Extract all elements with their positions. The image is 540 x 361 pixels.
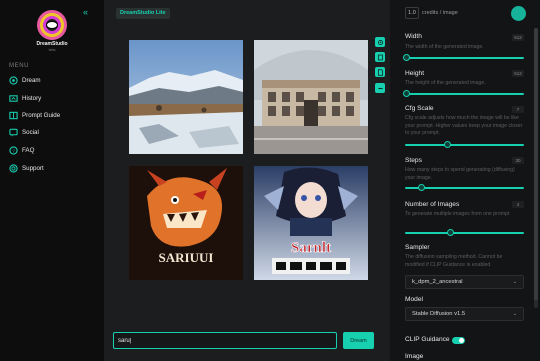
generated-image-2[interactable] (254, 40, 368, 154)
model-selected-value: Stable Diffusion v1.5 (412, 311, 466, 317)
height-slider-thumb[interactable] (403, 90, 410, 97)
height-desc: The height of the generated image. (405, 80, 486, 86)
support-icon (9, 163, 18, 173)
document-icon (377, 68, 383, 76)
model-select[interactable]: Stable Diffusion v1.5 ⌄ (405, 307, 524, 321)
steps-value[interactable]: 30 (512, 157, 524, 164)
sidebar-item-social[interactable]: Social (9, 126, 39, 138)
dream-button[interactable]: Dream (343, 332, 374, 349)
settings-scroll-thumb[interactable] (534, 28, 538, 300)
cfg-title: Cfg Scale (405, 105, 434, 112)
menu-label: MENU (9, 63, 30, 69)
generated-image-4[interactable]: Sarnlt (254, 166, 368, 280)
copy-icon (377, 54, 383, 60)
brand-name: DreamStudio (36, 41, 68, 47)
brand-sub: beta (48, 48, 56, 52)
sidebar-item-label: Social (22, 128, 39, 136)
steps-desc: How many steps to spend generating (diff… (405, 167, 515, 181)
generated-image-1[interactable] (129, 40, 243, 154)
dream-icon (9, 75, 18, 85)
faq-icon: ? (9, 145, 18, 155)
image-title: Image (405, 353, 424, 360)
cfg-desc: Cfg scale adjusts how much the image wil… (405, 115, 523, 136)
sampler-desc: The diffusion sampling method. Cannot be… (405, 254, 503, 268)
app-window: DreamStudio beta « MENU Dream History Pr… (0, 0, 540, 361)
sidebar-item-label: Dream (22, 76, 41, 84)
social-icon (9, 128, 18, 137)
settings-tool-button[interactable] (375, 37, 385, 47)
sidebar-item-history[interactable]: History (9, 92, 41, 104)
width-slider-track[interactable] (405, 57, 524, 59)
sidebar-item-label: Support (22, 164, 44, 172)
sidebar-item-label: FAQ (22, 146, 35, 154)
credits-display: 1.0 credits / image (405, 7, 458, 19)
sidebar: DreamStudio beta « MENU Dream History Pr… (0, 0, 104, 361)
sidebar-item-faq[interactable]: ? FAQ (9, 144, 34, 156)
height-slider-track[interactable] (405, 93, 524, 95)
sampler-title: Sampler (405, 244, 430, 251)
cfg-slider-thumb[interactable] (444, 141, 451, 148)
num-images-value[interactable]: 4 (512, 201, 524, 208)
dragon-character-image: SARIUUI (129, 166, 243, 280)
prompt-guide-icon (9, 111, 18, 119)
width-title: Width (405, 33, 422, 40)
num-images-desc: To generate multiple images from one pro… (405, 211, 510, 217)
building-image (254, 40, 368, 154)
document-tool-button[interactable] (375, 67, 385, 77)
credits-label: credits / image (422, 10, 458, 16)
snowy-mountain-image (129, 40, 243, 154)
clip-guidance-title: CLIP Guidance (405, 336, 450, 343)
num-images-slider-track[interactable] (405, 232, 524, 234)
history-icon (9, 94, 18, 102)
minus-tool-button[interactable] (375, 83, 385, 93)
avatar[interactable] (511, 6, 526, 21)
generated-image-3[interactable]: SARIUUI (129, 166, 243, 280)
chevron-down-icon: ⌄ (512, 311, 517, 317)
collapse-sidebar-icon[interactable]: « (83, 7, 88, 17)
logo-eye-icon (46, 21, 58, 29)
width-value[interactable]: 512 (512, 34, 524, 41)
height-value[interactable]: 512 (512, 70, 524, 77)
width-desc: The width of the generated image. (405, 44, 484, 50)
cfg-value[interactable]: 7 (512, 106, 524, 113)
app-tag: DreamStudio Lite (116, 8, 170, 19)
sidebar-item-label: Prompt Guide (22, 111, 61, 119)
cfg-slider-track[interactable] (405, 144, 524, 146)
credits-value: 1.0 (405, 7, 419, 19)
image-4-caption: Sarnlt (291, 240, 331, 256)
sidebar-item-support[interactable]: Support (9, 162, 44, 174)
image-3-caption: SARIUUI (159, 250, 214, 265)
sidebar-item-label: History (22, 94, 42, 102)
prompt-input[interactable] (113, 332, 337, 349)
chevron-down-icon: ⌄ (512, 279, 517, 285)
clip-guidance-toggle[interactable] (452, 337, 465, 344)
copy-tool-button[interactable] (375, 52, 385, 62)
sidebar-item-dream[interactable]: Dream (9, 74, 41, 86)
num-images-title: Number of Images (405, 201, 460, 208)
svg-text:?: ? (12, 148, 15, 153)
sampler-selected-value: k_dpm_2_ancestral (412, 279, 463, 285)
minus-icon (377, 87, 383, 89)
sidebar-item-prompt-guide[interactable]: Prompt Guide (9, 109, 60, 121)
model-title: Model (405, 296, 423, 303)
sampler-select[interactable]: k_dpm_2_ancestral ⌄ (405, 275, 524, 289)
num-images-slider-thumb[interactable] (447, 229, 454, 236)
height-title: Height (405, 70, 425, 77)
steps-title: Steps (405, 157, 422, 164)
gear-icon (377, 39, 383, 45)
width-slider-thumb[interactable] (403, 54, 410, 61)
steps-slider-thumb[interactable] (418, 184, 425, 191)
anime-girl-poster-image: Sarnlt (254, 166, 368, 280)
